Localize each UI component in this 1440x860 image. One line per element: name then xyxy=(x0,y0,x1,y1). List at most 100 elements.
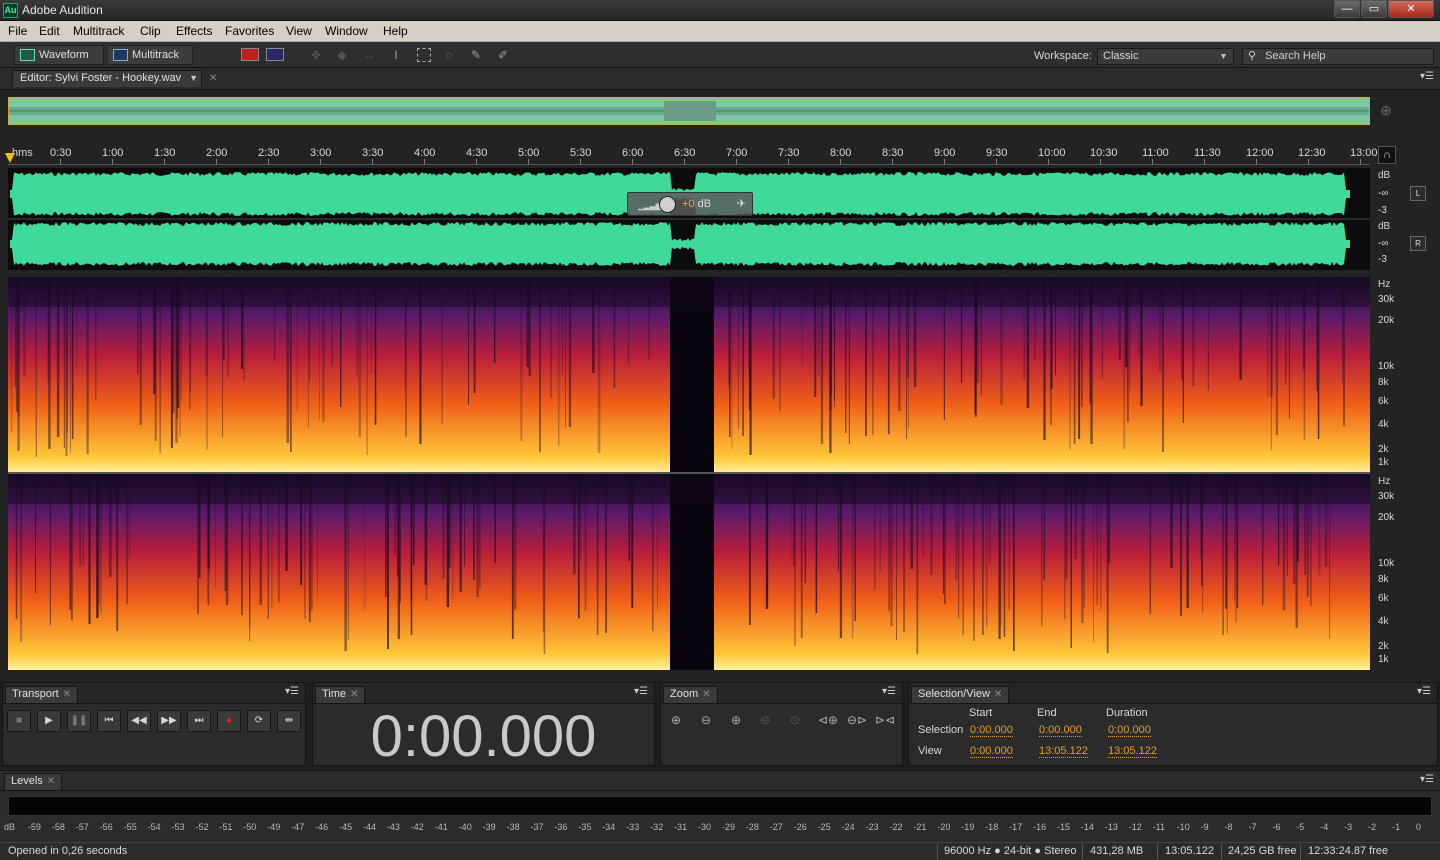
tab-selection-view[interactable]: Selection/View ✕ xyxy=(911,686,1010,703)
channel-right-button[interactable]: R xyxy=(1410,236,1426,251)
lasso-tool-icon[interactable]: ◌ xyxy=(442,48,456,62)
spectral-frequency-display-icon[interactable] xyxy=(241,48,259,61)
minimize-button[interactable]: — xyxy=(1334,0,1360,18)
zoom-selection-icon[interactable]: ⊳⊲ xyxy=(875,713,895,727)
menu-clip[interactable]: Clip xyxy=(140,24,161,38)
selection-view-panel: Selection/View ✕ ▾☰ Start End Duration Sel… xyxy=(908,682,1438,766)
headphones-icon[interactable]: ∩ xyxy=(1378,146,1396,164)
volume-hud[interactable]: ▁▂▃▅ +0 dB ✈ xyxy=(627,192,753,216)
workspace-select[interactable]: Classic ▼ xyxy=(1097,48,1234,65)
playhead-marker[interactable] xyxy=(5,153,15,163)
selection-start-field[interactable]: 0:00.000 xyxy=(970,724,1013,737)
multitrack-view-button[interactable]: Multitrack xyxy=(107,45,193,65)
record-button[interactable]: ● xyxy=(217,710,241,732)
menu-view[interactable]: View xyxy=(286,24,312,38)
panel-menu-icon[interactable]: ▾☰ xyxy=(1420,774,1434,785)
pause-button[interactable]: ❚❚ xyxy=(67,710,91,732)
spectral-pitch-display-icon[interactable] xyxy=(266,48,284,61)
panel-menu-icon[interactable]: ▾☰ xyxy=(634,686,648,697)
ruler-tick xyxy=(320,159,321,165)
ruler-label: 12:00 xyxy=(1246,147,1274,159)
view-duration-field[interactable]: 13:05.122 xyxy=(1108,745,1157,758)
spot-healing-tool-icon[interactable]: ✐ xyxy=(496,48,510,62)
waveform-display[interactable] xyxy=(8,168,1370,270)
menu-window[interactable]: Window xyxy=(325,24,368,38)
tab-transport[interactable]: Transport ✕ xyxy=(5,686,79,703)
level-scale-label: -4 xyxy=(1320,822,1329,832)
ruler-label: 6:00 xyxy=(622,147,644,159)
fast-forward-button[interactable]: ▶▶ xyxy=(157,710,181,732)
view-end-field[interactable]: 13:05.122 xyxy=(1039,745,1088,758)
hz-label: 30k xyxy=(1378,294,1395,305)
tab-time[interactable]: Time ✕ xyxy=(315,686,366,703)
view-start-field[interactable]: 0:00.000 xyxy=(970,745,1013,758)
zoom-out-time-icon[interactable]: ⊖ xyxy=(760,713,770,727)
db-label: dB xyxy=(1378,221,1391,232)
pin-icon[interactable]: ✈ xyxy=(737,197,746,210)
menu-favorites[interactable]: Favorites xyxy=(225,24,274,38)
panel-menu-icon[interactable]: ▾☰ xyxy=(1417,686,1431,697)
time-selection-tool-icon[interactable]: I xyxy=(389,48,403,62)
panel-menu-icon[interactable]: ▾☰ xyxy=(285,686,299,697)
rewind-button[interactable]: ◀◀ xyxy=(127,710,151,732)
waveform-view-button[interactable]: Waveform xyxy=(14,45,104,65)
volume-knob[interactable] xyxy=(659,196,676,213)
menu-multitrack[interactable]: Multitrack xyxy=(73,24,124,38)
levels-tab-bar: Levels ✕ ▾☰ xyxy=(0,771,1440,791)
level-scale-label: -20 xyxy=(937,822,951,832)
zoom-out-amplitude-icon[interactable]: ⊖ xyxy=(701,713,711,727)
chevron-down-icon[interactable]: ▼ xyxy=(189,71,198,86)
zoom-out-point-icon[interactable]: ⊖⊳ xyxy=(847,713,867,727)
zoom-to-selection-icon[interactable]: ⊕ xyxy=(1380,102,1392,119)
brush-tool-icon[interactable]: ✎ xyxy=(469,48,483,62)
level-scale-label: -59 xyxy=(27,822,41,832)
move-tool-icon[interactable]: ✥ xyxy=(309,48,323,62)
close-button[interactable]: ✕ xyxy=(1388,0,1434,18)
zoom-in-time-icon[interactable]: ⊕ xyxy=(731,713,741,727)
overview-navigator[interactable] xyxy=(8,97,1370,125)
title-bar: Au Adobe Audition — ▭ ✕ xyxy=(0,0,1440,21)
ruler-tick xyxy=(840,159,841,165)
play-button[interactable]: ▶ xyxy=(37,710,61,732)
zoom-out-full-icon[interactable]: ⊙ xyxy=(790,713,800,727)
spectral-display-left[interactable] xyxy=(8,277,1370,473)
loop-playback-button[interactable]: ⟳ xyxy=(247,710,271,732)
selection-end-field[interactable]: 0:00.000 xyxy=(1039,724,1082,737)
chevron-down-icon: ▼ xyxy=(1219,51,1228,61)
menu-edit[interactable]: Edit xyxy=(39,24,60,38)
editor-tab[interactable]: Editor: Sylvi Foster - Hookey.wav ▼ xyxy=(12,70,202,87)
workspace-label: Workspace: xyxy=(1034,50,1092,62)
zoom-in-amplitude-icon[interactable]: ⊕ xyxy=(671,713,681,727)
status-disk-free: 24,25 GB free xyxy=(1228,845,1297,857)
tab-levels[interactable]: Levels ✕ xyxy=(4,773,63,790)
search-help-input[interactable]: ⚲ Search Help xyxy=(1242,48,1434,65)
time-ruler[interactable]: hms 0:30 1:00 1:30 2:00 2:30 3:00 3:30 4:00 4:30… xyxy=(8,143,1378,165)
panel-menu-icon[interactable]: ▾☰ xyxy=(1420,71,1434,82)
zoom-in-point-icon[interactable]: ⊲⊕ xyxy=(818,713,838,727)
move-to-previous-button[interactable]: ⏮ xyxy=(97,710,121,732)
hz-label: 10k xyxy=(1378,361,1395,372)
marquee-tool-icon[interactable] xyxy=(417,48,431,62)
search-icon: ⚲ xyxy=(1248,50,1257,62)
menu-help[interactable]: Help xyxy=(383,24,408,38)
channel-left-button[interactable]: L xyxy=(1410,186,1426,201)
maximize-button[interactable]: ▭ xyxy=(1361,0,1387,18)
slip-tool-icon[interactable]: ↔ xyxy=(362,48,376,62)
spectral-display-right[interactable] xyxy=(8,474,1370,670)
panel-menu-icon[interactable]: ▾☰ xyxy=(882,686,896,697)
stop-button[interactable]: ■ xyxy=(7,710,31,732)
razor-tool-icon[interactable]: ◆ xyxy=(335,48,349,62)
menu-effects[interactable]: Effects xyxy=(176,24,212,38)
tab-zoom[interactable]: Zoom ✕ xyxy=(663,686,718,703)
level-scale-label: -33 xyxy=(626,822,640,832)
level-scale-label: -22 xyxy=(889,822,903,832)
move-to-next-button[interactable]: ⏭ xyxy=(187,710,211,732)
selection-duration-field[interactable]: 0:00.000 xyxy=(1108,724,1151,737)
skip-selection-button[interactable]: ⇹ xyxy=(277,710,301,732)
menu-bar: File Edit Multitrack Clip Effects Favori… xyxy=(0,21,1440,42)
level-scale-label: -18 xyxy=(985,822,999,832)
level-scale-label: -8 xyxy=(1224,822,1233,832)
level-scale-label: -31 xyxy=(674,822,688,832)
menu-file[interactable]: File xyxy=(8,24,27,38)
close-icon[interactable]: ✕ xyxy=(209,73,217,84)
